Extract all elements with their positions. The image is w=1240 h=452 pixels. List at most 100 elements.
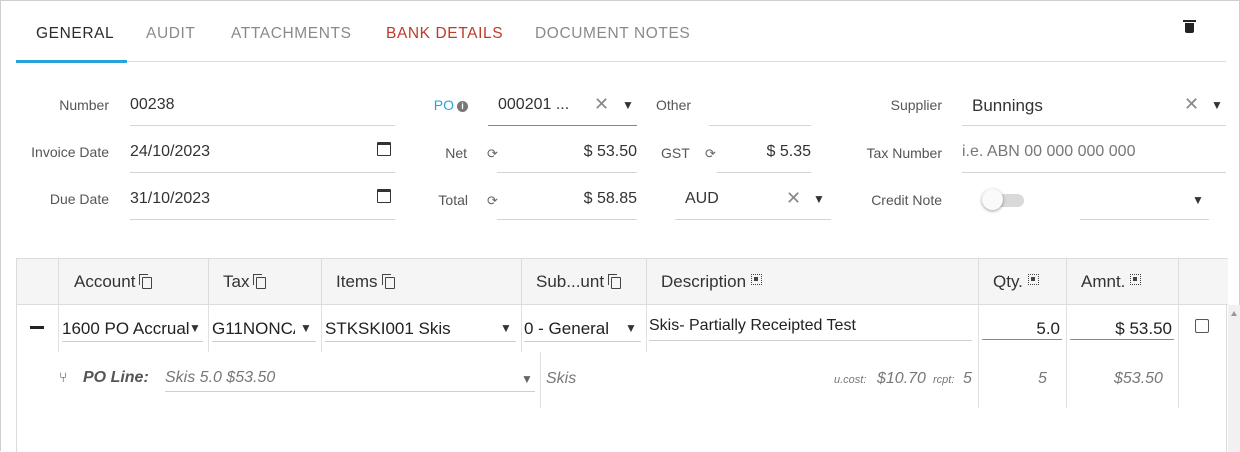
divider — [521, 305, 522, 352]
po-label: PO i — [434, 97, 468, 113]
header-items-label: Items — [336, 272, 378, 291]
clear-icon[interactable]: ✕ — [786, 188, 801, 209]
qty-value: 5.0 — [1036, 319, 1060, 338]
header-description[interactable]: Description — [647, 259, 979, 305]
dropdown-caret-icon[interactable]: ▼ — [500, 321, 512, 335]
description-value: Skis- Partially Receipted Test — [649, 317, 856, 334]
info-icon[interactable]: i — [457, 101, 468, 112]
ucost-label: u.cost: — [834, 374, 867, 386]
item-select[interactable]: STKSKI001 Skis ▼ — [325, 312, 516, 342]
clear-icon[interactable]: ✕ — [594, 94, 609, 115]
po-line-amount: $53.50 — [1114, 370, 1163, 387]
tab-bar: GENERAL AUDIT ATTACHMENTS BANK DETAILS D… — [16, 1, 1226, 63]
currency-select[interactable]: AUD ✕ ▼ — [675, 180, 831, 220]
center-icon[interactable] — [1130, 274, 1142, 285]
grid-header: Account Tax Items Sub...unt Description … — [17, 258, 1228, 305]
center-icon[interactable] — [1027, 274, 1039, 285]
invoice-panel: GENERAL AUDIT ATTACHMENTS BANK DETAILS D… — [0, 0, 1240, 452]
amount-field[interactable]: $ 53.50 — [1070, 312, 1174, 340]
header-account-label: Account — [74, 272, 136, 291]
header-qty-label: Qty. — [993, 272, 1023, 291]
credit-note-toggle[interactable] — [982, 189, 1026, 210]
line-items-grid: Account Tax Items Sub...unt Description … — [16, 258, 1228, 452]
dropdown-caret-icon[interactable]: ▼ — [625, 321, 637, 335]
calendar-icon[interactable] — [377, 189, 391, 203]
qty-field[interactable]: 5.0 — [982, 312, 1062, 340]
header-amount-label: Amnt. — [1081, 272, 1126, 291]
header-amount[interactable]: Amnt. — [1067, 259, 1179, 305]
divider — [58, 305, 59, 352]
po-value: 000201 ... — [498, 96, 570, 113]
description-field[interactable]: Skis- Partially Receipted Test — [649, 309, 972, 341]
po-line-select[interactable]: Skis 5.0 $53.50 ▼ — [165, 363, 535, 392]
total-field[interactable]: $ 58.85 — [497, 180, 637, 220]
dropdown-caret-icon[interactable]: ▼ — [1192, 193, 1204, 207]
gst-field[interactable]: $ 5.35 — [717, 133, 811, 173]
po-line-description: Skis — [546, 370, 577, 387]
dropdown-caret-icon[interactable]: ▼ — [622, 98, 634, 112]
tab-bank-details[interactable]: BANK DETAILS — [386, 25, 503, 43]
subaccount-select[interactable]: 0 - General ▼ — [524, 312, 641, 342]
divider — [208, 305, 209, 352]
header-subaccount[interactable]: Sub...unt — [522, 259, 647, 305]
number-label: Number — [59, 97, 109, 113]
other-field[interactable] — [709, 86, 811, 126]
total-value: $ 58.85 — [583, 190, 637, 207]
divider — [1178, 305, 1179, 408]
vertical-scrollbar[interactable] — [1228, 305, 1240, 452]
total-label: Total — [438, 192, 468, 208]
dropdown-caret-icon[interactable]: ▼ — [1211, 98, 1223, 112]
dropdown-caret-icon[interactable]: ▼ — [813, 192, 825, 206]
dropdown-caret-icon[interactable]: ▼ — [521, 372, 533, 386]
header-tax[interactable]: Tax — [209, 259, 322, 305]
po-select[interactable]: 000201 ... ✕ ▼ — [488, 86, 637, 126]
po-label-text: PO — [433, 97, 454, 113]
tab-general[interactable]: GENERAL — [36, 25, 114, 43]
calendar-icon[interactable] — [377, 142, 391, 156]
po-line-qty: 5 — [1038, 370, 1047, 387]
gst-label: GST — [661, 145, 690, 161]
tax-select[interactable]: G11NONCAP ▼ — [212, 312, 316, 342]
supplier-value: Bunnings — [972, 96, 1043, 115]
header-description-label: Description — [661, 272, 747, 291]
rcpt-label: rcpt: — [933, 374, 955, 386]
credit-note-select[interactable]: ▼ — [1080, 180, 1209, 220]
copy-icon[interactable] — [253, 274, 267, 289]
scroll-up-icon[interactable] — [1231, 311, 1237, 316]
tax-value: G11NONCAP — [212, 319, 295, 338]
collapse-icon[interactable] — [30, 326, 44, 329]
account-value: 1600 PO Accrual — [62, 319, 189, 338]
header-items[interactable]: Items — [322, 259, 522, 305]
trash-icon[interactable] — [1183, 20, 1196, 33]
center-icon[interactable] — [751, 274, 763, 285]
invoice-date-field[interactable]: 24/10/2023 — [130, 133, 395, 173]
due-date-field[interactable]: 31/10/2023 — [130, 180, 395, 220]
toggle-knob — [982, 189, 1003, 210]
divider — [540, 352, 541, 408]
header-account[interactable]: Account — [59, 259, 209, 305]
header-qty[interactable]: Qty. — [979, 259, 1067, 305]
copy-icon[interactable] — [139, 274, 153, 289]
due-date-value: 31/10/2023 — [130, 190, 211, 207]
item-value: STKSKI001 Skis — [325, 319, 451, 338]
po-line-label: PO Line: — [83, 369, 149, 386]
other-label: Other — [656, 97, 692, 113]
dropdown-caret-icon[interactable]: ▼ — [189, 321, 201, 335]
dropdown-caret-icon[interactable]: ▼ — [300, 321, 312, 335]
supplier-select[interactable]: Bunnings ✕ ▼ — [962, 86, 1226, 126]
tab-audit[interactable]: AUDIT — [146, 25, 196, 43]
invoice-date-label: Invoice Date — [31, 144, 109, 160]
row-select-checkbox[interactable] — [1195, 319, 1209, 333]
tab-attachments[interactable]: ATTACHMENTS — [231, 25, 352, 43]
number-field[interactable]: 00238 — [130, 86, 395, 126]
header-subaccount-label: Sub...unt — [536, 272, 605, 291]
copy-icon[interactable] — [608, 274, 622, 289]
clear-icon[interactable]: ✕ — [1184, 94, 1199, 115]
active-tab-indicator — [16, 60, 127, 63]
net-field[interactable]: $ 53.50 — [497, 133, 637, 173]
account-select[interactable]: 1600 PO Accrual ▼ — [62, 312, 203, 342]
tab-document-notes[interactable]: DOCUMENT NOTES — [535, 25, 690, 43]
copy-icon[interactable] — [381, 274, 395, 289]
tax-number-field[interactable]: i.e. ABN 00 000 000 000 — [962, 133, 1226, 173]
refresh-icon[interactable]: ⟳ — [705, 146, 716, 162]
